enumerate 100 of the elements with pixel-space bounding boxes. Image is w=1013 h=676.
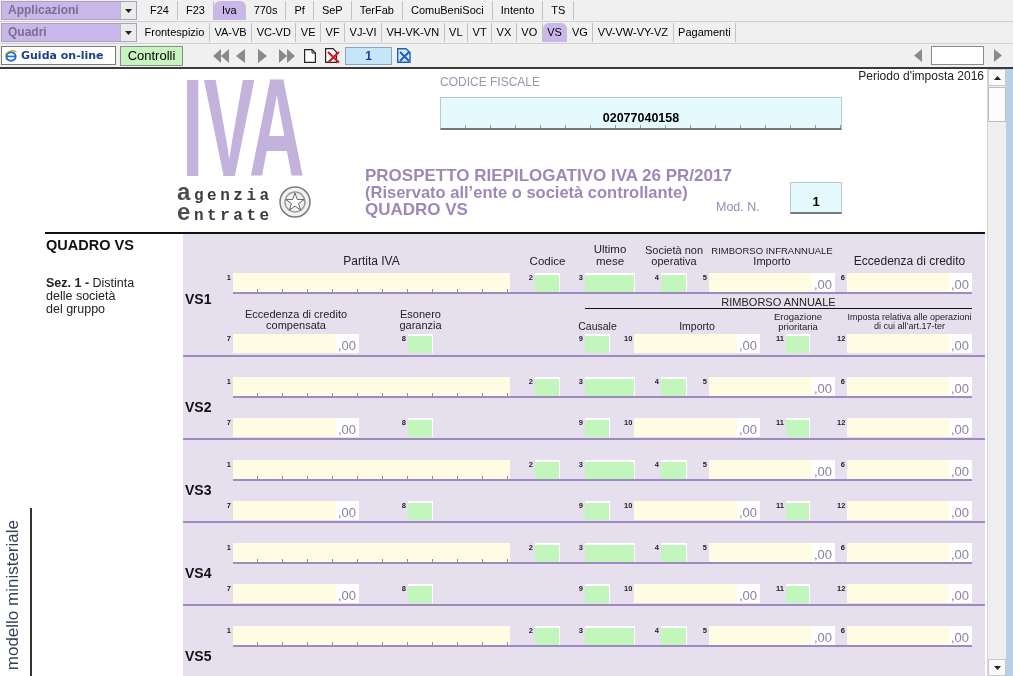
amount-field[interactable]: ,00 <box>709 377 835 396</box>
input-field[interactable] <box>931 46 984 65</box>
scrollbar-thumb[interactable] <box>988 87 1006 122</box>
page-number-field[interactable]: 1 <box>345 46 392 65</box>
code-field[interactable] <box>408 584 433 603</box>
section-tab[interactable]: Frontespizio <box>140 23 210 42</box>
amount-field[interactable]: ,00 <box>847 584 972 603</box>
previous-icon[interactable] <box>914 49 922 62</box>
amount-field[interactable]: ,00 <box>709 543 835 562</box>
code-field[interactable] <box>585 460 635 479</box>
section-tab[interactable]: VC-VD <box>252 23 297 42</box>
section-tab[interactable]: VE <box>296 23 322 42</box>
section-tab[interactable]: VT <box>468 23 493 42</box>
next-icon[interactable] <box>994 49 1002 62</box>
text-field[interactable] <box>233 377 510 396</box>
amount-field[interactable]: ,00 <box>634 418 760 437</box>
section-tab[interactable]: VL <box>444 23 469 42</box>
code-field[interactable] <box>661 377 687 396</box>
code-field[interactable] <box>408 501 433 520</box>
document-cross-icon[interactable] <box>397 48 412 63</box>
amount-field[interactable]: ,00 <box>847 501 972 520</box>
amount-field[interactable]: ,00 <box>233 501 359 520</box>
amount-field[interactable]: ,00 <box>634 584 760 603</box>
amount-field[interactable]: ,00 <box>634 501 760 520</box>
amount-field[interactable]: ,00 <box>847 460 972 479</box>
section-title: QUADRO VS <box>46 238 134 253</box>
amount-field[interactable]: ,00 <box>233 334 359 353</box>
amount-field[interactable]: ,00 <box>709 273 835 292</box>
model-number-field[interactable]: 1 <box>790 182 842 214</box>
last-page-icon[interactable] <box>279 48 295 63</box>
amount-field[interactable]: ,00 <box>709 460 835 479</box>
code-field[interactable] <box>585 626 635 645</box>
section-tab[interactable]: VS <box>542 23 568 42</box>
code-field[interactable] <box>585 273 635 292</box>
section-tab[interactable]: VX <box>492 23 517 42</box>
tax-code-field[interactable]: 02077040158 <box>440 97 842 130</box>
section-tab[interactable]: VH-VK-VN <box>382 23 445 42</box>
checks-button[interactable]: Controlli <box>120 45 183 66</box>
app-tab[interactable]: TS <box>543 1 575 20</box>
code-field[interactable] <box>408 334 433 353</box>
amount-field[interactable]: ,00 <box>847 273 972 292</box>
code-field[interactable] <box>786 584 810 603</box>
code-field[interactable] <box>786 418 810 437</box>
section-tab[interactable]: VF <box>321 23 346 42</box>
amount-field[interactable]: ,00 <box>847 543 972 562</box>
text-field[interactable] <box>233 460 510 479</box>
amount-field[interactable]: ,00 <box>634 334 760 353</box>
code-field[interactable] <box>786 334 810 353</box>
app-tab[interactable]: Pf <box>286 1 314 20</box>
code-field[interactable] <box>535 543 560 562</box>
previous-page-icon[interactable] <box>236 48 245 63</box>
caret-up-icon <box>993 75 1001 80</box>
app-tab[interactable]: ComuBeniSoci <box>402 1 493 20</box>
section-tab[interactable]: VA-VB <box>209 23 253 42</box>
code-field[interactable] <box>535 626 560 645</box>
code-field[interactable] <box>408 418 433 437</box>
amount-field[interactable]: ,00 <box>847 334 972 353</box>
text-field[interactable] <box>233 543 510 562</box>
new-page-icon[interactable] <box>304 48 316 63</box>
code-field[interactable] <box>661 626 687 645</box>
app-tab[interactable]: SeP <box>313 1 352 20</box>
app-tab[interactable]: TerFab <box>351 1 403 20</box>
amount-field[interactable]: ,00 <box>233 418 359 437</box>
code-field[interactable] <box>535 273 560 292</box>
code-field[interactable] <box>585 377 635 396</box>
next-page-icon[interactable] <box>258 48 267 63</box>
amount-field[interactable]: ,00 <box>709 626 835 645</box>
scroll-down-button[interactable] <box>988 659 1006 676</box>
first-page-icon[interactable] <box>213 48 229 63</box>
vertical-scrollbar[interactable] <box>987 69 1006 676</box>
code-field[interactable] <box>585 418 610 437</box>
code-field[interactable] <box>661 543 687 562</box>
code-field[interactable] <box>585 501 610 520</box>
help-button[interactable]: Guida on-line <box>1 46 116 65</box>
text-field[interactable] <box>233 273 510 292</box>
scroll-up-button[interactable] <box>988 69 1006 86</box>
app-tab[interactable]: 770s <box>245 1 287 20</box>
code-field[interactable] <box>661 460 687 479</box>
code-field[interactable] <box>535 377 560 396</box>
app-tab[interactable]: Iva <box>213 1 246 20</box>
code-field[interactable] <box>585 334 610 353</box>
app-tab[interactable]: Intento <box>492 1 544 20</box>
text-field[interactable] <box>233 626 510 645</box>
section-tab[interactable]: Pagamenti <box>673 23 737 42</box>
section-tab[interactable]: VO <box>516 23 543 42</box>
code-field[interactable] <box>661 273 687 292</box>
code-field[interactable] <box>786 501 810 520</box>
section-tab[interactable]: VG <box>567 23 594 42</box>
app-tab[interactable]: F24 <box>142 1 178 20</box>
code-field[interactable] <box>585 584 610 603</box>
amount-field[interactable]: ,00 <box>233 584 359 603</box>
delete-page-icon[interactable] <box>325 48 340 63</box>
amount-field[interactable]: ,00 <box>847 377 972 396</box>
code-field[interactable] <box>585 543 635 562</box>
amount-field[interactable]: ,00 <box>847 418 972 437</box>
section-tab[interactable]: VV-VW-VY-VZ <box>593 23 674 42</box>
code-field[interactable] <box>535 460 560 479</box>
app-tab[interactable]: F23 <box>177 1 214 20</box>
amount-field[interactable]: ,00 <box>847 626 972 645</box>
section-tab[interactable]: VJ-VI <box>345 23 382 42</box>
